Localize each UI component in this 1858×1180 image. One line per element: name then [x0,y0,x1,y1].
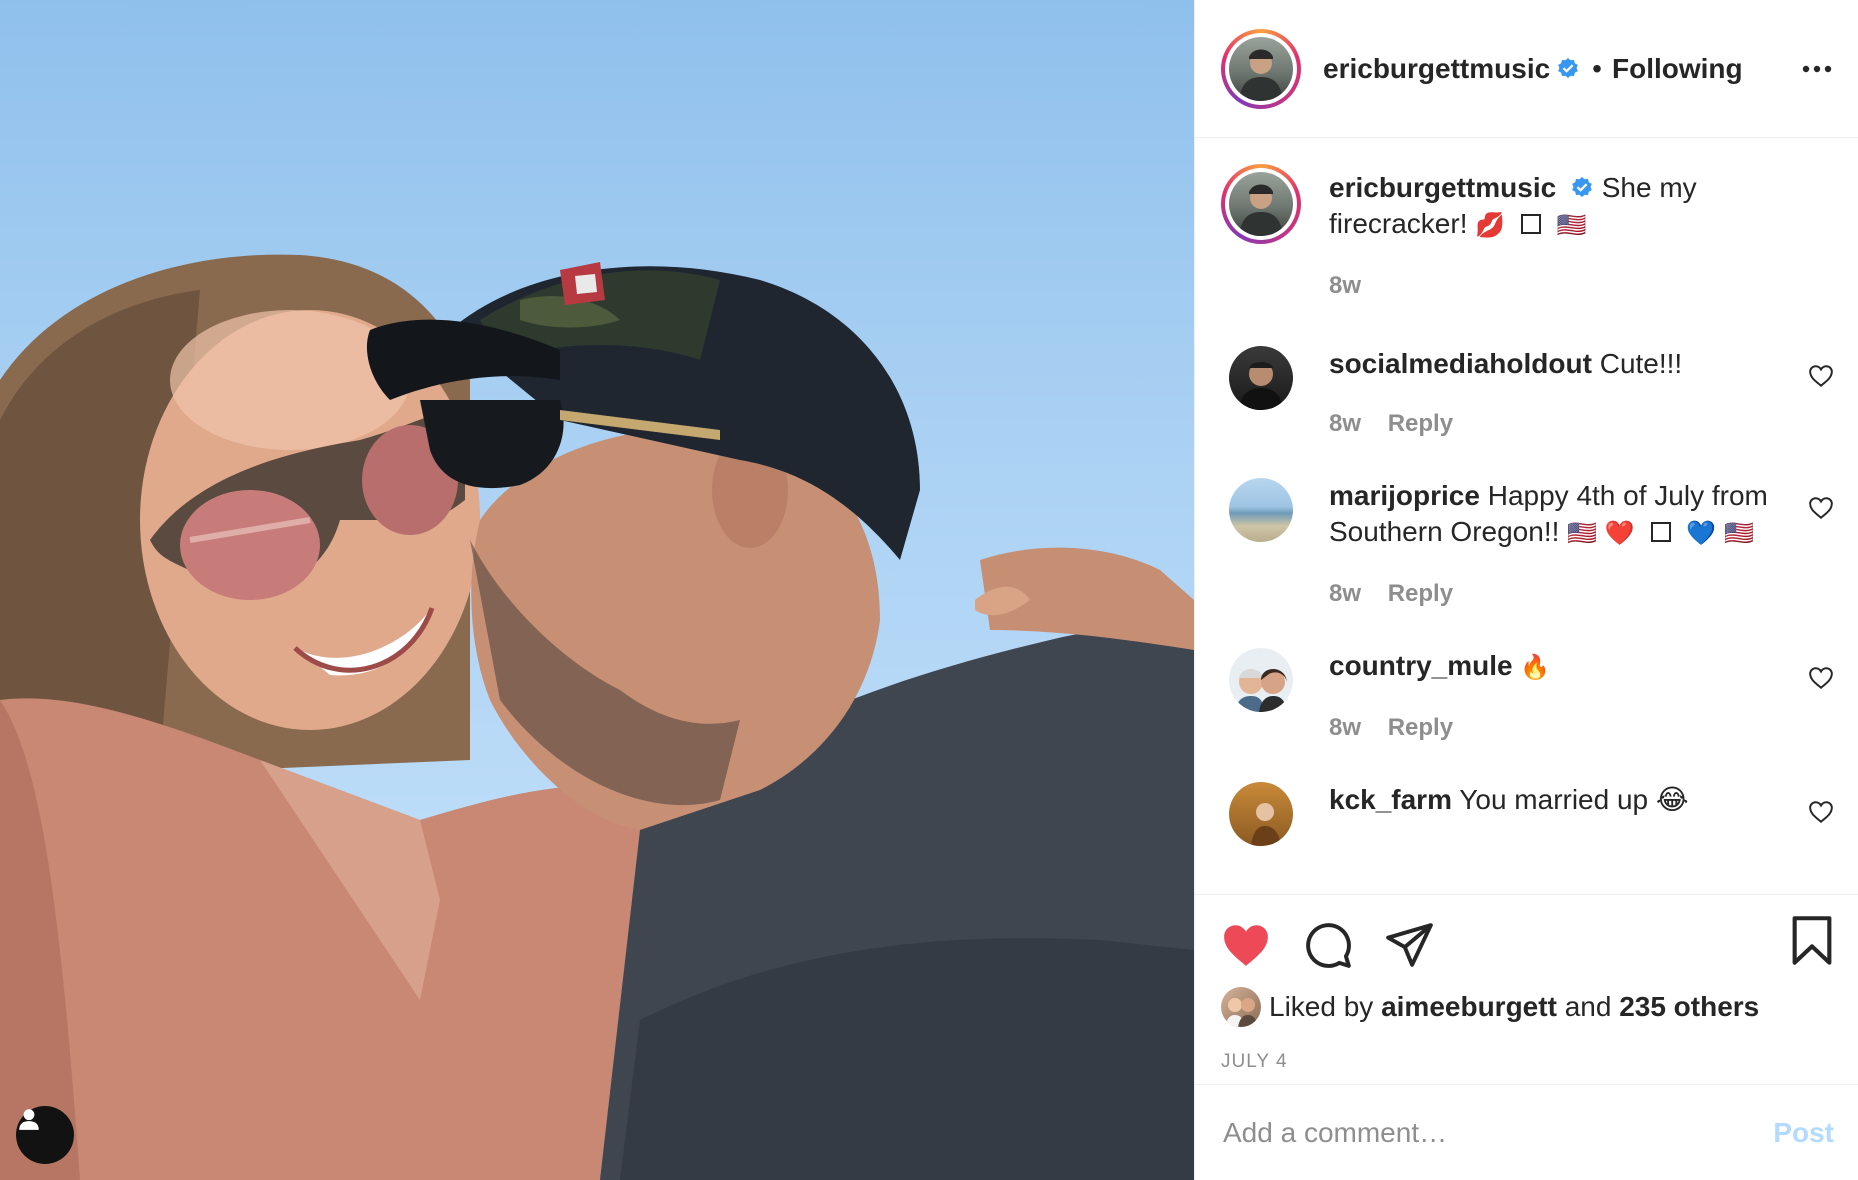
comment-input[interactable] [1221,1115,1774,1150]
comment-text: You married up 😂 [1459,784,1689,815]
verified-badge-icon [1558,57,1578,78]
verified-badge-icon [1572,177,1592,197]
follow-separator: • [1592,52,1602,84]
heart-filled-icon [1224,925,1268,966]
caption-avatar [1229,172,1293,236]
comment-item: country_mule 🔥 8w Reply [1221,648,1834,746]
comment-item: socialmediaholdout Cute!!! 8w Reply [1221,346,1834,442]
comments-list[interactable]: ericburgettmusic She my firecracker! 💋 🇺… [1195,138,1858,894]
reply-button[interactable]: Reply [1388,714,1453,741]
us-flag-emoji: 🇺🇸 [1567,520,1598,547]
post-photo[interactable] [0,0,1194,1180]
red-heart-emoji: ❤️ [1604,520,1635,547]
reply-button[interactable]: Reply [1388,410,1453,437]
caption-time[interactable]: 8w [1329,272,1361,299]
paper-plane-icon [1386,923,1433,967]
comment-item: kck_farm You married up 😂 [1221,782,1834,846]
comment-username[interactable]: country_mule [1329,650,1513,681]
kiss-emoji: 💋 [1475,212,1506,239]
comment-username[interactable]: socialmediaholdout [1329,348,1592,379]
comment-username[interactable]: marijoprice [1329,480,1480,511]
comment-text: Cute!!! [1599,348,1683,379]
post-actions: Liked by aimeeburgett and 235 others JUL… [1195,894,1858,1084]
liker-username[interactable]: aimeeburgett [1381,991,1557,1023]
following-button[interactable]: Following [1612,53,1743,85]
post-side-panel: ericburgettmusic • Following ericburgett… [1194,0,1858,1180]
like-comment-heart-icon[interactable] [1808,666,1834,690]
post-comment-button[interactable]: Post [1773,1117,1834,1149]
us-flag-emoji: 🇺🇸 [1556,212,1587,239]
likes-summary: Liked by aimeeburgett and 235 others [1221,987,1832,1027]
likes-prefix: Liked by [1269,991,1374,1022]
missing-glyph-icon [1520,214,1541,234]
share-button[interactable] [1385,922,1435,968]
blue-heart-emoji: 💙 [1686,520,1717,547]
us-flag-emoji: 🇺🇸 [1723,520,1754,547]
more-horizontal-icon [1802,65,1832,72]
likes-count-button[interactable]: 235 others [1619,991,1759,1023]
commenter-avatar[interactable] [1229,346,1293,410]
like-comment-heart-icon[interactable] [1808,364,1834,388]
post-date[interactable]: JULY 4 [1221,1051,1832,1073]
story-ring[interactable] [1221,28,1301,109]
fire-emoji: 🔥 [1520,654,1551,681]
user-icon [19,1109,39,1130]
comment-time[interactable]: 8w [1329,410,1361,437]
comment-time[interactable]: 8w [1329,714,1361,741]
author-username[interactable]: ericburgettmusic [1323,53,1550,85]
commenter-avatar[interactable] [1229,648,1293,712]
more-options-button[interactable] [1802,60,1832,78]
caption: ericburgettmusic She my firecracker! 💋 🇺… [1221,164,1834,304]
bookmark-icon [1792,916,1832,965]
like-comment-heart-icon[interactable] [1808,496,1834,520]
comment-item: marijoprice Happy 4th of July from South… [1221,478,1834,612]
post-dialog: ericburgettmusic • Following ericburgett… [0,0,1858,1180]
likes-and: and [1564,991,1612,1022]
photo-illustration [0,254,1194,1180]
post-header: ericburgettmusic • Following [1195,0,1858,138]
reply-button[interactable]: Reply [1388,580,1453,607]
comment-username[interactable]: kck_farm [1329,784,1452,815]
caption-story-ring[interactable] [1221,164,1301,244]
caption-username[interactable]: ericburgettmusic [1329,172,1556,203]
like-button[interactable] [1221,922,1271,968]
comment-button[interactable] [1303,920,1353,970]
commenter-avatar[interactable] [1229,782,1293,846]
user-tag-button[interactable] [16,1106,74,1164]
commenter-avatar[interactable] [1229,478,1293,542]
comment-bubble-icon [1306,923,1351,968]
missing-glyph-icon [1650,522,1671,542]
add-comment-form: Post [1195,1084,1858,1180]
save-button[interactable] [1790,915,1834,972]
comment-time[interactable]: 8w [1329,580,1361,607]
author-avatar [1229,36,1293,101]
like-comment-heart-icon[interactable] [1808,800,1834,824]
liker-avatar[interactable] [1221,987,1261,1027]
